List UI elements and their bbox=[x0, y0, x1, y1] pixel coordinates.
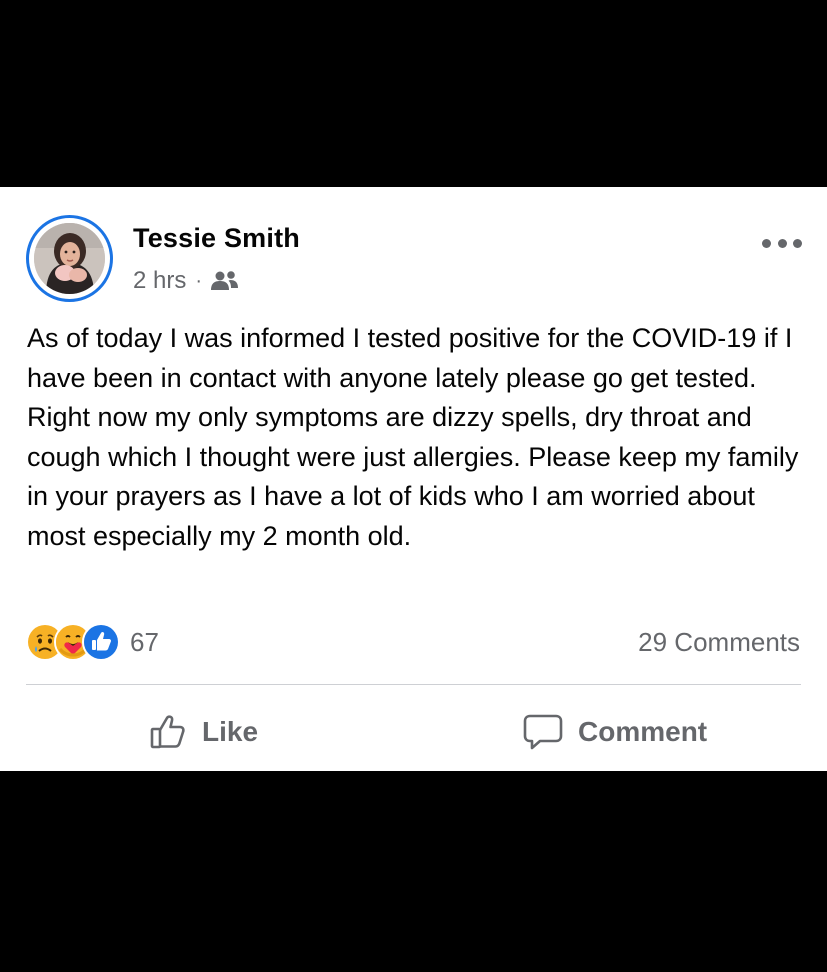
more-dot bbox=[777, 238, 787, 248]
more-dots-icon[interactable] bbox=[762, 231, 802, 255]
like-icon bbox=[82, 623, 120, 661]
reactions-summary[interactable]: 67 bbox=[26, 623, 159, 661]
comment-bubble-icon bbox=[523, 714, 563, 750]
reaction-count: 67 bbox=[130, 626, 159, 657]
meta-separator: · bbox=[195, 269, 203, 292]
author-name[interactable]: Tessie Smith bbox=[133, 223, 300, 254]
thumbs-up-icon bbox=[150, 715, 185, 749]
post-card: Tessie Smith 2 hrs · As of today I was i… bbox=[0, 187, 827, 771]
profile-avatar[interactable] bbox=[26, 215, 113, 302]
like-button[interactable]: Like bbox=[148, 707, 258, 757]
more-dot bbox=[762, 238, 771, 248]
divider bbox=[26, 684, 801, 685]
like-label: Like bbox=[202, 716, 259, 747]
comments-count[interactable]: 29 Comments bbox=[638, 627, 800, 658]
post-meta: 2 hrs · bbox=[133, 266, 240, 296]
avatar-photo bbox=[34, 223, 105, 294]
more-dot bbox=[793, 238, 802, 248]
post-text: As of today I was informed I tested posi… bbox=[27, 323, 799, 551]
friends-icon bbox=[210, 270, 240, 292]
post-timestamp[interactable]: 2 hrs bbox=[133, 267, 186, 295]
screenshot: Tessie Smith 2 hrs · As of today I was i… bbox=[0, 0, 827, 972]
comment-button[interactable]: Comment bbox=[522, 707, 707, 757]
comment-label: Comment bbox=[578, 716, 708, 747]
